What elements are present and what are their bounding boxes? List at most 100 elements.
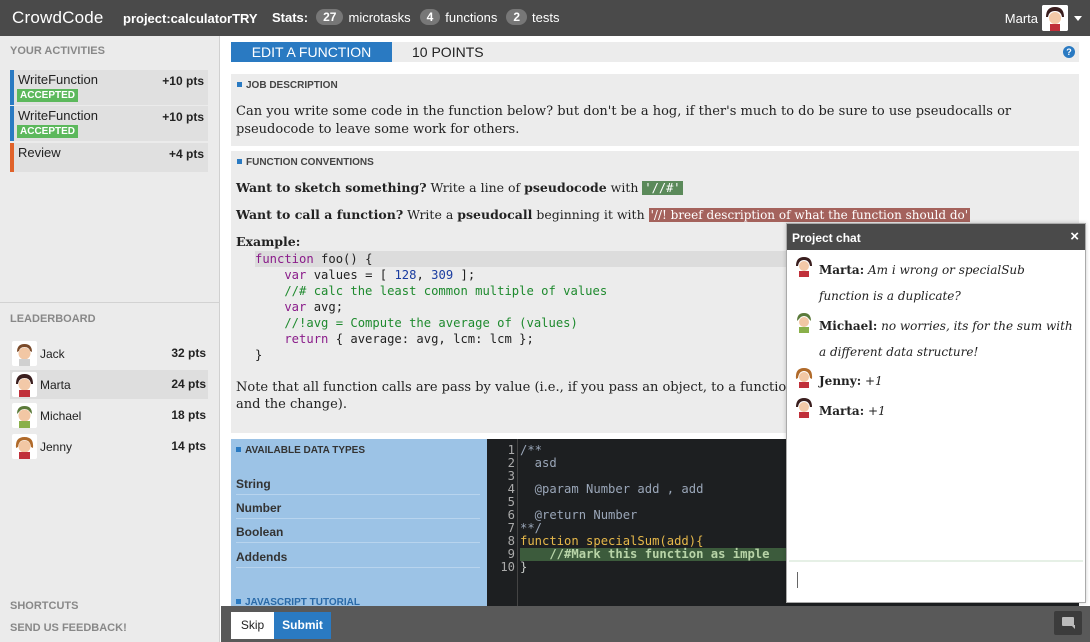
activity-item[interactable]: WriteFunction +10 pts ACCEPTED xyxy=(10,106,208,141)
line-numbers: 1 2 3 4 5 6 7 8 9 10 xyxy=(500,443,515,574)
leaderboard-points: 32 pts xyxy=(171,346,206,360)
divider xyxy=(0,302,220,303)
activity-name: WriteFunction xyxy=(18,72,98,87)
avatar xyxy=(12,403,37,428)
pass-by-value-note: Note that all function calls are pass by… xyxy=(236,380,795,412)
accepted-badge: ACCEPTED xyxy=(17,125,79,138)
task-points: 10 POINTS xyxy=(412,44,484,60)
sidebar: YOUR ACTIVITIES WriteFunction +10 pts AC… xyxy=(0,36,220,642)
accepted-badge: ACCEPTED xyxy=(17,89,79,102)
data-type-item[interactable]: Boolean xyxy=(236,525,480,543)
sketch-hint: Want to sketch something? Write a line o… xyxy=(236,180,683,195)
message-text: Michael: no worries, its for the sum wit… xyxy=(819,313,1074,365)
message-author: Marta: xyxy=(819,404,865,418)
avatar xyxy=(793,396,815,418)
leaderboard-points: 14 pts xyxy=(171,439,206,453)
call-code: '//! breef description of what the funct… xyxy=(648,208,971,222)
stat-label-functions: functions xyxy=(445,9,498,25)
chat-message: Marta: +1 xyxy=(793,396,1078,422)
brand-logo[interactable]: CrowdCode xyxy=(12,8,104,28)
project-prefix: project: xyxy=(123,11,171,26)
chat-title: Project chat xyxy=(792,231,861,245)
call-question: Want to call a function? xyxy=(236,207,404,222)
project-chat-window: Project chat × Marta: Am i wrong or spec… xyxy=(786,223,1086,603)
feedback-link[interactable]: SEND US FEEDBACK! xyxy=(10,622,127,634)
avatar xyxy=(12,372,37,397)
leaderboard-name: Michael xyxy=(40,409,82,423)
action-footer: Skip Submit xyxy=(221,606,1090,642)
user-name[interactable]: Marta xyxy=(1005,11,1038,26)
leaderboard-heading: LEADERBOARD xyxy=(10,313,96,325)
chat-input[interactable] xyxy=(789,560,1083,598)
chat-message: Jenny: +1 xyxy=(793,366,1078,392)
submit-button[interactable]: Submit xyxy=(274,612,331,639)
message-text: Jenny: +1 xyxy=(819,368,1074,394)
activity-points: +10 pts xyxy=(162,74,204,88)
stat-label-tests: tests xyxy=(532,9,560,25)
activity-points: +4 pts xyxy=(168,147,204,161)
leaderboard-row[interactable]: Jenny 14 pts xyxy=(10,432,208,461)
user-avatar[interactable] xyxy=(1042,5,1068,31)
leaderboard-row[interactable]: Marta 24 pts xyxy=(10,370,208,399)
stat-count-microtasks: 27 xyxy=(316,9,344,25)
chat-message: Michael: no worries, its for the sum wit… xyxy=(793,311,1078,363)
chat-header: Project chat × xyxy=(787,224,1085,250)
avatar-michael-icon xyxy=(797,313,811,333)
top-navbar: CrowdCode project:calculatorTRY Stats: 2… xyxy=(0,0,1090,36)
message-author: Jenny: xyxy=(819,374,862,388)
activity-item[interactable]: WriteFunction +10 pts ACCEPTED xyxy=(10,70,208,105)
stat-count-functions: 4 xyxy=(419,9,441,25)
stats-label: Stats: xyxy=(272,9,309,25)
chat-bubble-icon[interactable] xyxy=(1054,611,1082,635)
activity-points: +10 pts xyxy=(162,110,204,124)
example-label: Example: xyxy=(236,234,300,249)
skip-button[interactable]: Skip xyxy=(231,612,274,639)
avatar-michael-icon xyxy=(17,406,32,428)
stat-label-microtasks: microtasks xyxy=(348,9,411,25)
data-type-item[interactable]: Addends xyxy=(236,550,480,568)
avatar-marta-icon xyxy=(16,374,33,397)
data-type-item[interactable]: String xyxy=(236,477,480,495)
message-body: +1 xyxy=(867,404,886,418)
javascript-tutorial-link[interactable]: JAVASCRIPT TUTORIAL xyxy=(236,597,360,606)
message-author: Marta: xyxy=(819,263,865,277)
job-description-panel: JOB DESCRIPTION Can you write some code … xyxy=(231,74,1079,146)
leaderboard-points: 24 pts xyxy=(171,377,206,391)
leaderboard-row[interactable]: Jack 32 pts xyxy=(10,339,208,368)
close-icon[interactable]: × xyxy=(1070,228,1079,245)
data-type-item[interactable]: Number xyxy=(236,501,480,519)
user-menu[interactable]: Marta xyxy=(1005,5,1082,31)
data-types-heading: AVAILABLE DATA TYPES xyxy=(236,445,365,456)
avatar-jenny-icon xyxy=(15,437,34,459)
avatar-jack-icon xyxy=(17,344,32,366)
sketch-text: Write a line of xyxy=(426,180,525,195)
avatar-marta-icon xyxy=(796,257,812,277)
task-title: EDIT A FUNCTION xyxy=(231,42,392,62)
call-hint: Want to call a function? Write a pseudoc… xyxy=(236,207,971,222)
avatar xyxy=(793,366,815,388)
message-author: Michael: xyxy=(819,319,878,333)
sketch-question: Want to sketch something? xyxy=(236,180,427,195)
avatar xyxy=(793,311,815,333)
avatar xyxy=(12,434,37,459)
job-description-text: Can you write some code in the function … xyxy=(236,104,1012,137)
activity-item[interactable]: Review +4 pts xyxy=(10,143,208,172)
leaderboard-row[interactable]: Michael 18 pts xyxy=(10,401,208,430)
message-text: Marta: Am i wrong or specialSub function… xyxy=(819,257,1074,309)
activities-heading: YOUR ACTIVITIES xyxy=(10,45,105,57)
avatar-jenny-icon xyxy=(795,368,813,388)
activity-name: WriteFunction xyxy=(18,108,98,123)
leaderboard-name: Jack xyxy=(40,347,65,361)
leaderboard-points: 18 pts xyxy=(171,408,206,422)
call-text: Write a xyxy=(403,207,458,222)
gutter-divider xyxy=(517,439,518,606)
project-name: calculatorTRY xyxy=(170,11,258,26)
call-begin: beginning it with xyxy=(532,207,649,222)
help-icon[interactable]: ? xyxy=(1063,46,1075,58)
shortcuts-link[interactable]: SHORTCUTS xyxy=(10,600,78,612)
data-types-panel: AVAILABLE DATA TYPES String Number Boole… xyxy=(231,439,487,606)
task-header: EDIT A FUNCTION 10 POINTS ? xyxy=(231,42,1079,62)
chevron-down-icon[interactable] xyxy=(1074,15,1082,21)
sketch-with: with xyxy=(606,180,643,195)
leaderboard-name: Marta xyxy=(40,378,71,392)
